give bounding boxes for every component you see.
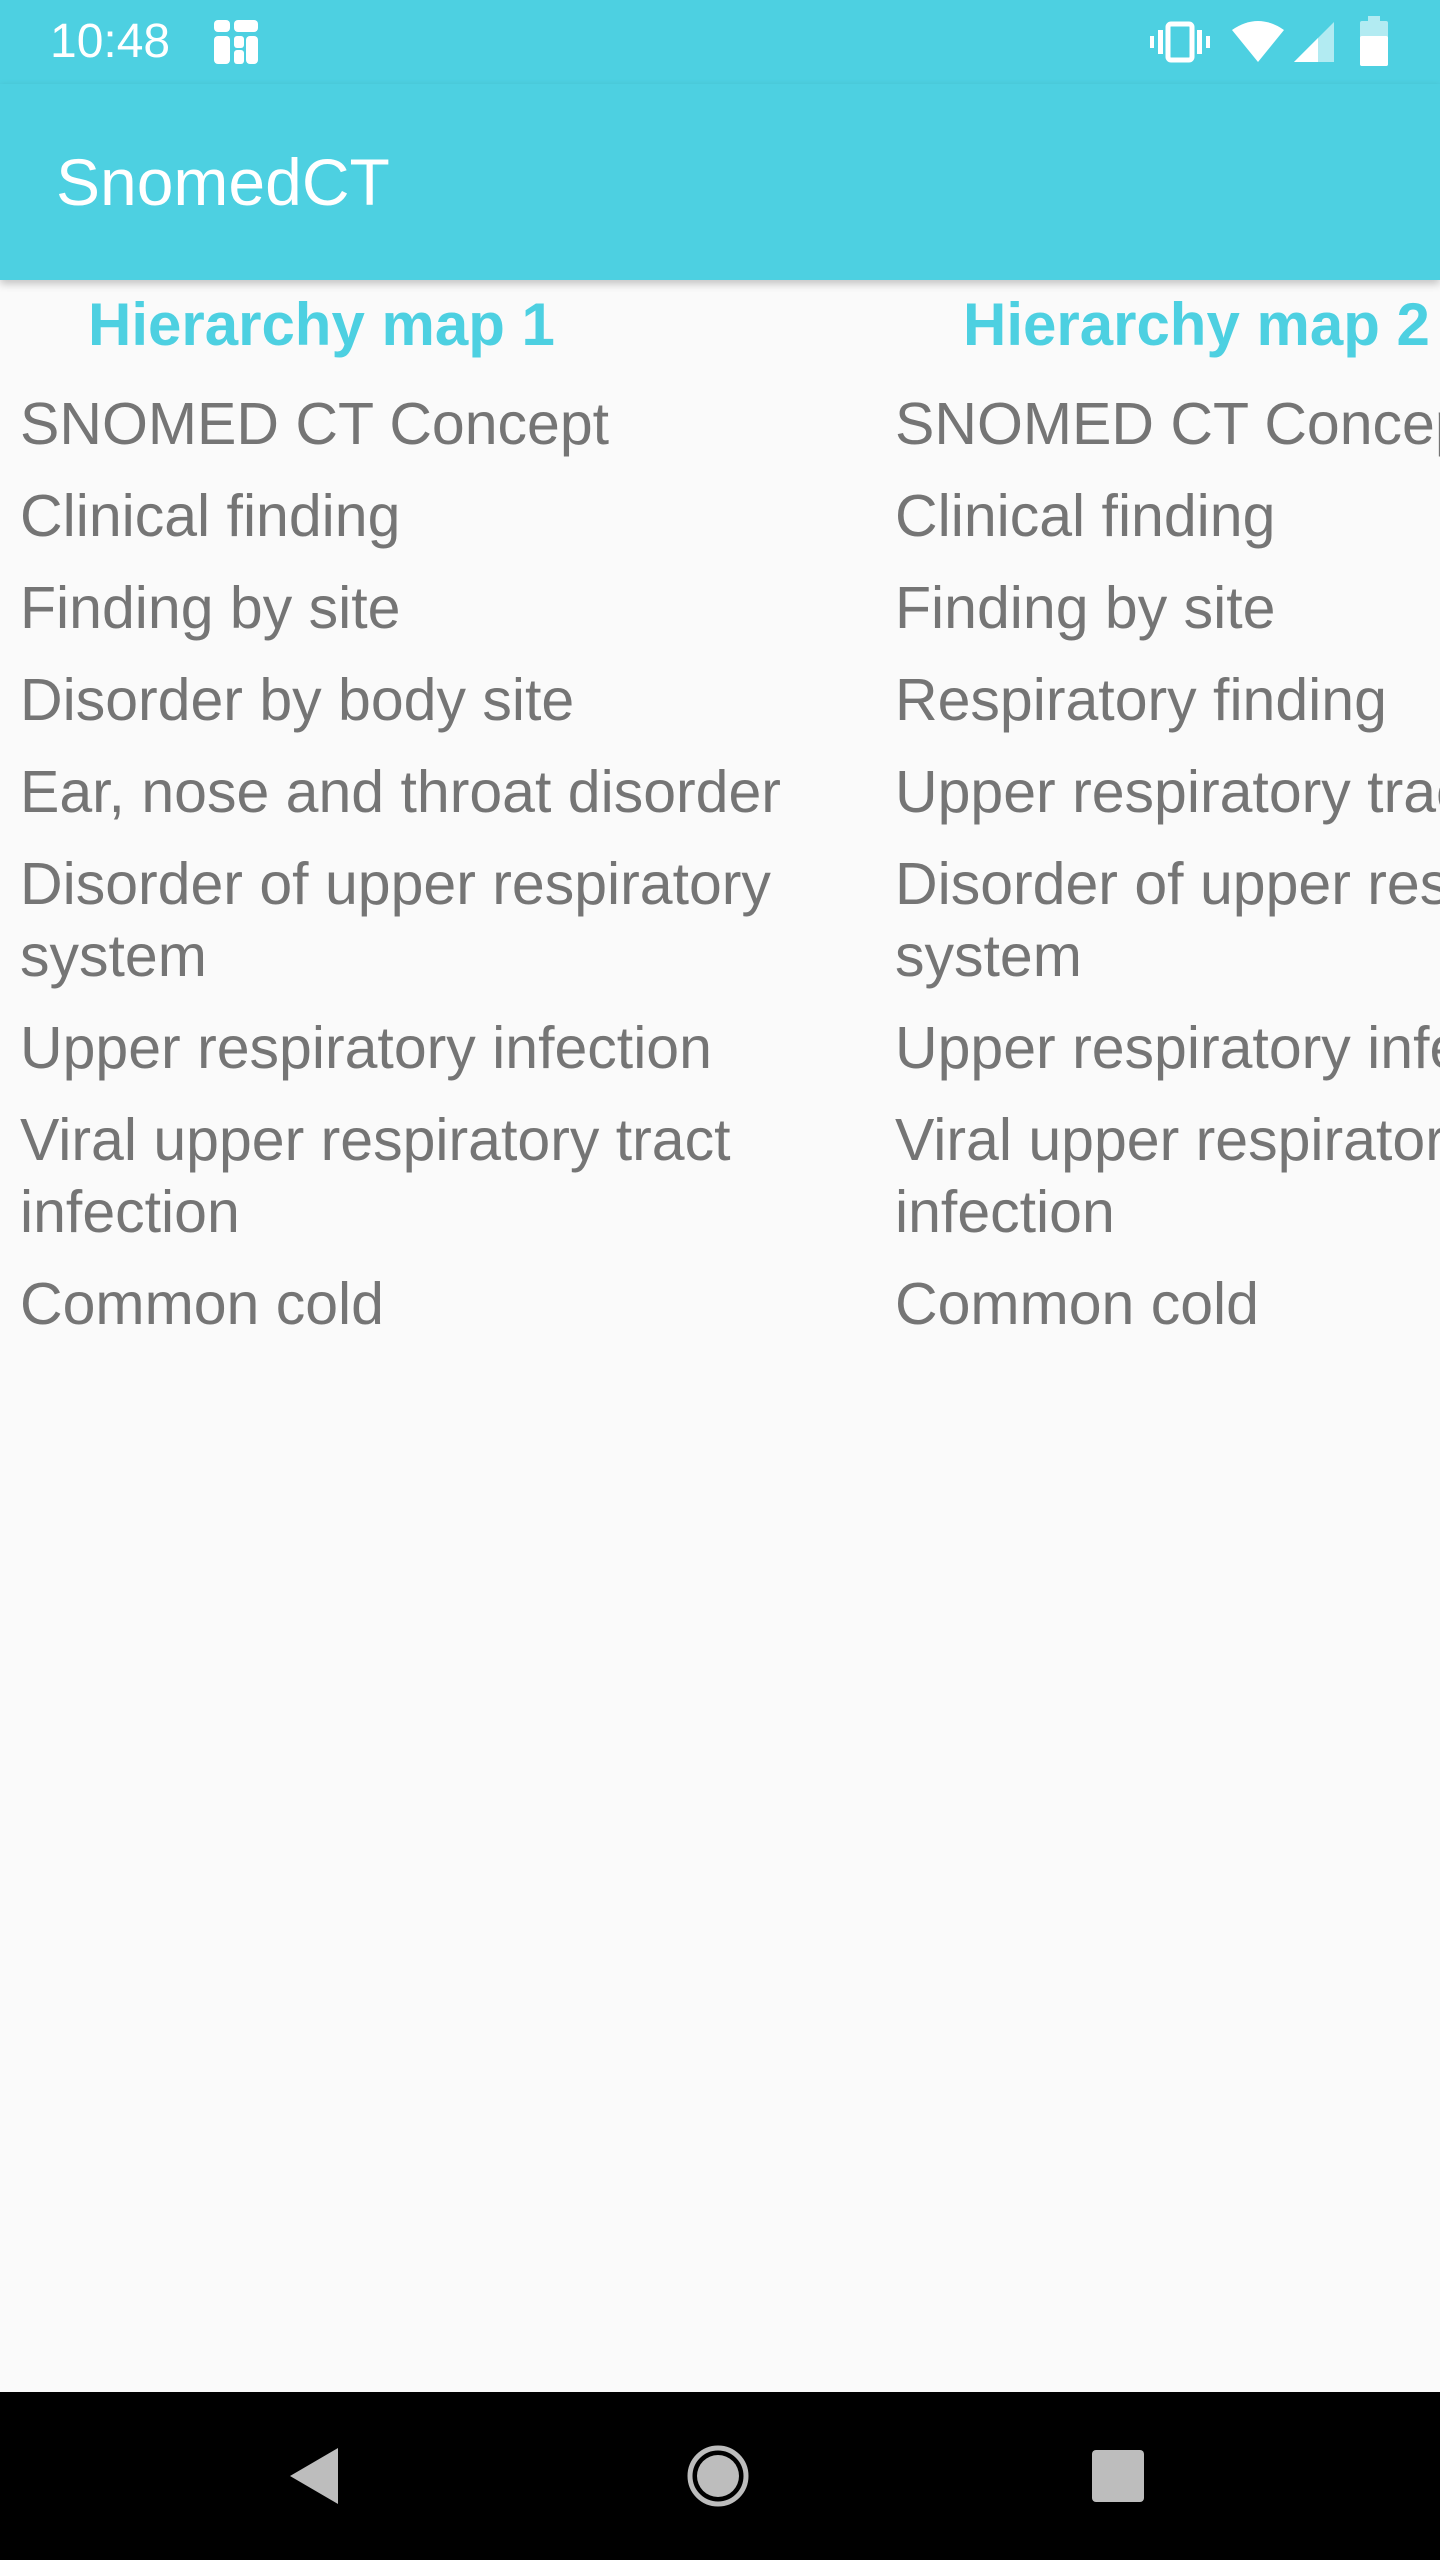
navigation-bar	[0, 2392, 1440, 2560]
hierarchy-item: Upper respiratory infection	[895, 1015, 1440, 1081]
hierarchy-item: Respiratory finding	[895, 667, 1387, 733]
hierarchy-item: Disorder of upper respiratory system	[895, 851, 1440, 989]
hierarchy-map-2: Hierarchy map 2 SNOMED CT Concept Clinic…	[895, 280, 1440, 1360]
hierarchy-item: Clinical finding	[20, 483, 401, 549]
hierarchy-item: Upper respiratory tract	[895, 759, 1440, 825]
hierarchy-map-title: Hierarchy map 2	[963, 291, 1430, 358]
app-notification-icon	[214, 20, 258, 64]
hierarchy-map-1: Hierarchy map 1 SNOMED CT Concept Clinic…	[20, 280, 880, 1360]
hierarchy-item: SNOMED CT Concept	[895, 391, 1440, 457]
status-bar: 10:48	[0, 0, 1440, 84]
app-bar: SnomedCT	[0, 84, 1440, 280]
hierarchy-item: Disorder by body site	[20, 667, 575, 733]
screen: 10:48 SnomedCT Hierarchy map 1 SNOMED CT…	[0, 0, 1440, 2560]
hierarchy-list: SNOMED CT Concept Clinical finding Findi…	[895, 388, 1440, 1340]
hierarchy-maps[interactable]: Hierarchy map 1 SNOMED CT Concept Clinic…	[0, 280, 1440, 2392]
hierarchy-item: Finding by site	[895, 575, 1276, 641]
hierarchy-item: Common cold	[20, 1271, 384, 1337]
status-time: 10:48	[50, 15, 171, 68]
cell-signal-icon	[1294, 22, 1334, 62]
battery-icon	[1360, 16, 1388, 66]
wifi-icon	[1232, 21, 1284, 62]
hierarchy-item: Finding by site	[20, 575, 401, 641]
hierarchy-map-title: Hierarchy map 1	[88, 291, 555, 358]
hierarchy-item: Upper respiratory infection	[20, 1015, 712, 1081]
hierarchy-item: Clinical finding	[895, 483, 1276, 549]
app-title: SnomedCT	[56, 145, 390, 219]
home-icon[interactable]	[686, 2444, 750, 2508]
hierarchy-list: SNOMED CT Concept Clinical finding Findi…	[20, 388, 880, 1340]
vibrate-icon	[1150, 21, 1210, 63]
hierarchy-item: Viral upper respiratory tract infection	[895, 1107, 1440, 1245]
recents-icon[interactable]	[1090, 2448, 1146, 2504]
hierarchy-item: Common cold	[895, 1271, 1259, 1337]
hierarchy-item: Disorder of upper respiratory system	[20, 851, 771, 989]
hierarchy-item: Viral upper respiratory tract infection	[20, 1107, 731, 1245]
hierarchy-item: SNOMED CT Concept	[20, 391, 610, 457]
hierarchy-item: Ear, nose and throat disorder	[20, 759, 781, 825]
back-icon[interactable]	[284, 2444, 344, 2508]
